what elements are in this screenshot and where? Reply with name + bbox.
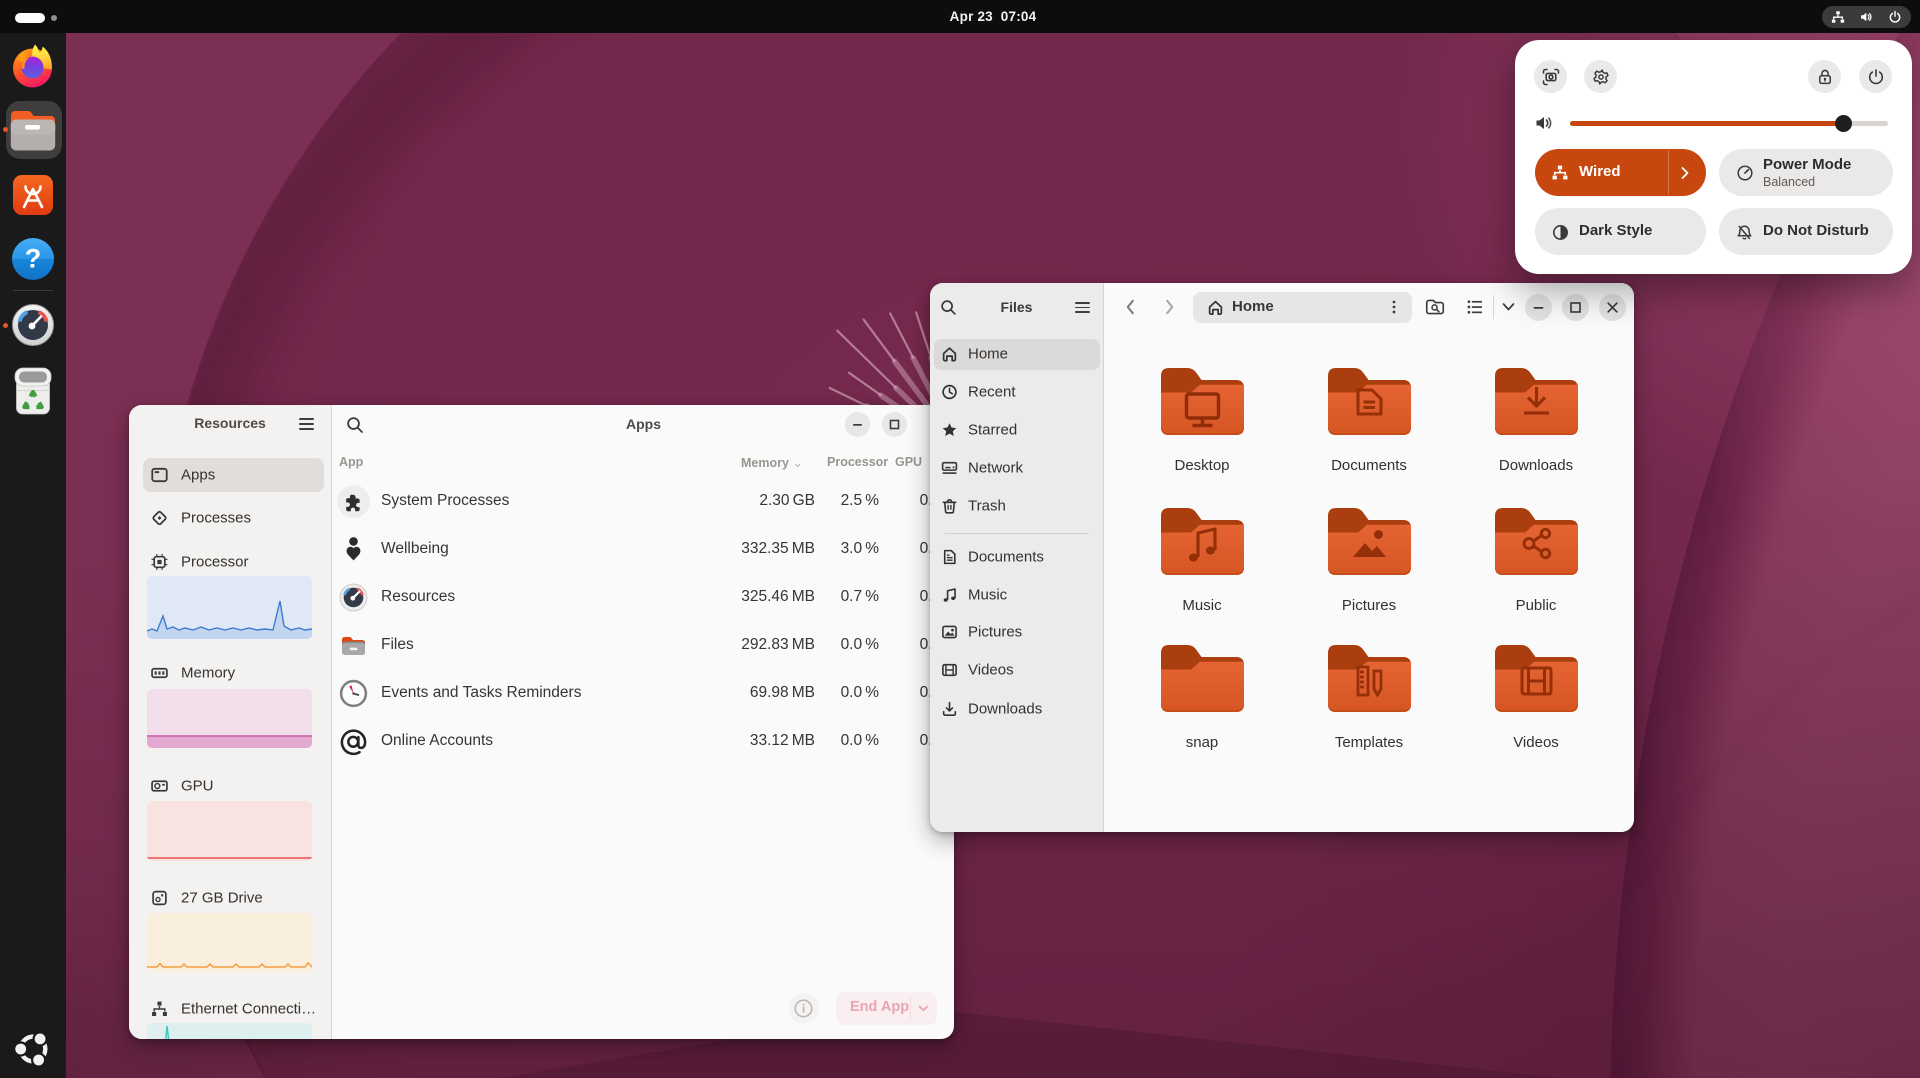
svg-text:?: ? bbox=[25, 244, 42, 274]
